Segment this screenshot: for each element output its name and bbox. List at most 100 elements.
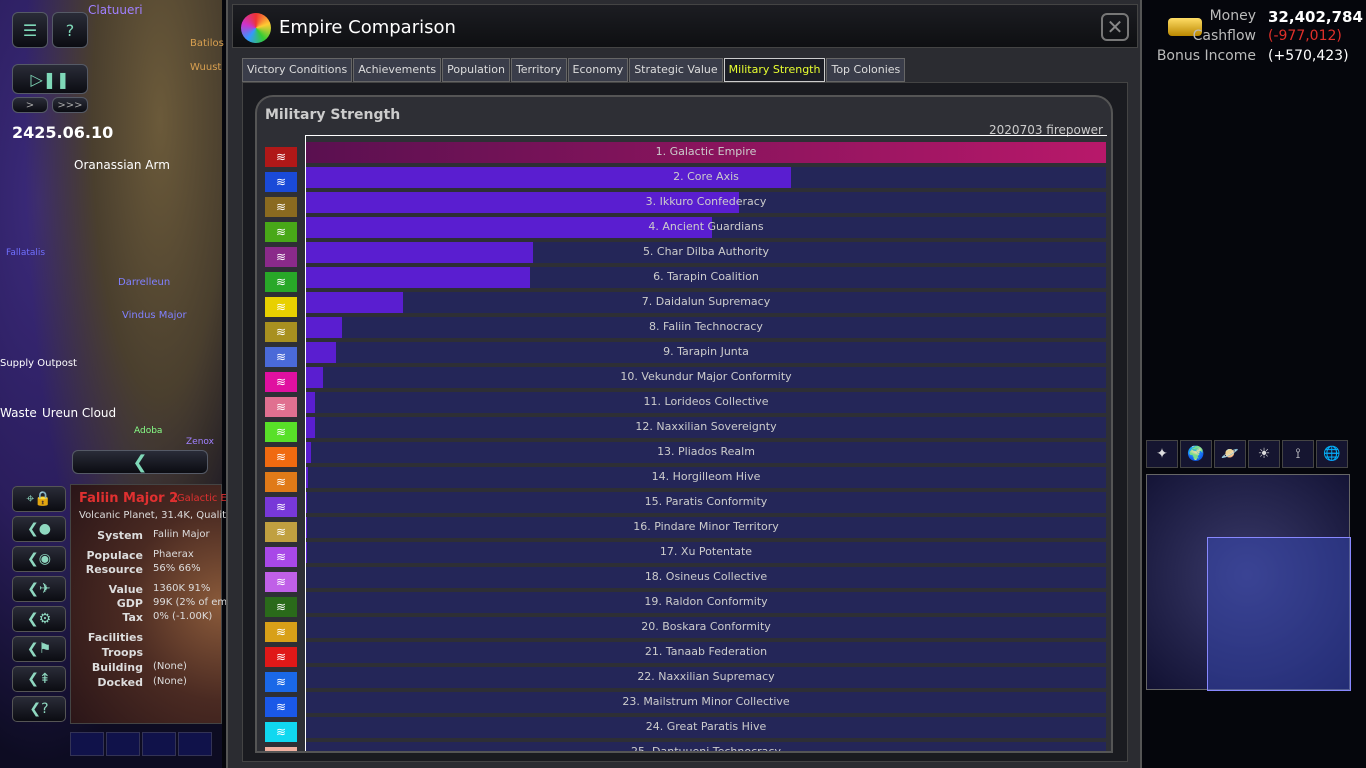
star-icon[interactable]: ☀ [1248, 440, 1280, 468]
planet-icon[interactable]: 🌍 [1180, 440, 1212, 468]
empire-flag-icon: ≋ [265, 347, 297, 367]
bar-row[interactable]: 13. Pliados Realm [306, 442, 1106, 463]
map-label: Ureun Cloud [42, 406, 117, 420]
bar-row[interactable]: 15. Paratis Conformity [306, 492, 1106, 513]
eye-icon: ❮◉ [27, 551, 51, 567]
bar-row[interactable]: 5. Char Dilba Authority [306, 242, 1106, 263]
ship-button[interactable] [106, 732, 140, 756]
empire-comparison-icon [241, 13, 271, 43]
bar-row[interactable]: 1. Galactic Empire [306, 142, 1106, 163]
empire-button[interactable]: ❮⚑ [12, 636, 66, 662]
bar-row[interactable]: 6. Tarapin Coalition [306, 267, 1106, 288]
bar-chart[interactable]: 1. Galactic Empire 2. Core Axis 3. Ikkuro … [305, 135, 1107, 751]
bar-row[interactable]: 18. Osineus Collective [306, 567, 1106, 588]
minimap[interactable] [1146, 474, 1351, 691]
ships-button[interactable]: ❮✈ [12, 576, 66, 602]
unknown-ships-button[interactable]: ❮? [12, 696, 66, 722]
bar-row[interactable]: 17. Xu Potentate [306, 542, 1106, 563]
chart-title: Military Strength [265, 107, 401, 123]
tab-economy[interactable]: Economy [567, 58, 629, 82]
map-label: Batilos [190, 38, 224, 49]
target-lock-icon: ⌖🔒 [26, 491, 52, 507]
bar-row[interactable]: 7. Daidalun Supremacy [306, 292, 1106, 313]
collapse-panel-button[interactable]: ❮ [72, 450, 208, 474]
bar-row[interactable]: 10. Vekundur Major Conformity [306, 367, 1106, 388]
bottom-toolbar [70, 732, 212, 756]
pirates-button[interactable] [178, 732, 212, 756]
empire-flag-icon: ≋ [265, 197, 297, 217]
bar-row[interactable]: 24. Great Paratis Hive [306, 717, 1106, 738]
minimap-viewport[interactable] [1207, 537, 1351, 691]
tab-victory-conditions[interactable]: Victory Conditions [242, 58, 353, 82]
route-icon[interactable]: ✦ [1146, 440, 1178, 468]
empire-flag-icon: ≋ [265, 697, 297, 717]
colonies-button[interactable]: ❮● [12, 516, 66, 542]
bonus-income-label: Bonus Income [1156, 48, 1256, 64]
tab-territory[interactable]: Territory [510, 58, 567, 82]
play-pause-button[interactable]: ▷❚❚ [12, 64, 88, 94]
nebula-icon[interactable]: ⟟ [1282, 440, 1314, 468]
military-strength-panel: Military Strength 2020703 firepower ≋ ≋ ≋ ≋… [255, 95, 1113, 753]
list-icon: ☰ [22, 20, 38, 40]
tab-military-strength[interactable]: Military Strength [723, 58, 826, 82]
menu-list-button[interactable]: ☰ [12, 12, 48, 48]
bar-label: 7. Daidalun Supremacy [641, 295, 771, 308]
bar-row[interactable]: 19. Raldon Conformity [306, 592, 1106, 613]
tab-top-colonies[interactable]: Top Colonies [826, 58, 906, 82]
planet-field-value: 0% (-1.00K) [153, 611, 213, 622]
species-button[interactable]: ❮◉ [12, 546, 66, 572]
bar-row[interactable]: 14. Horgilleom Hive [306, 467, 1106, 488]
bar-row[interactable]: 16. Pindare Minor Territory [306, 517, 1106, 538]
tab-achievements[interactable]: Achievements [353, 58, 442, 82]
speed-slow-button[interactable]: > [12, 97, 48, 113]
bar-label: 19. Raldon Conformity [644, 595, 768, 608]
tab-strategic-value[interactable]: Strategic Value [629, 58, 723, 82]
galaxy-icon[interactable]: 🌐 [1316, 440, 1348, 468]
empire-flag-icon: ≋ [265, 622, 297, 642]
planet-name: Faliin Major 2 [79, 491, 179, 506]
ship-question-icon: ❮? [29, 701, 49, 717]
planet-field-value: Phaerax [153, 549, 194, 560]
designs-button[interactable]: ❮⚙ [12, 606, 66, 632]
close-button[interactable]: ✕ [1101, 13, 1129, 41]
speed-fast-button[interactable]: >>> [52, 97, 88, 113]
bar-label: 12. Naxxilian Sovereignty [635, 420, 777, 433]
empire-flag-icon: ≋ [265, 322, 297, 342]
bar-row[interactable]: 4. Ancient Guardians [306, 217, 1106, 238]
empire-comparison-dialog: Empire Comparison ✕ Victory Conditions Ac… [226, 0, 1142, 768]
empire-flag-icon: ≋ [265, 647, 297, 667]
bar-row[interactable]: 21. Tanaab Federation [306, 642, 1106, 663]
ringed-planet-icon[interactable]: 🪐 [1214, 440, 1246, 468]
bar-row[interactable]: 11. Lorideos Collective [306, 392, 1106, 413]
bar-label: 23. Mailstrum Minor Collective [622, 695, 790, 708]
bar-row[interactable]: 3. Ikkuro Confederacy [306, 192, 1106, 213]
help-button[interactable]: ? [52, 12, 88, 48]
bar-label: 13. Pliados Realm [657, 445, 755, 458]
help-hexagon-icon: ? [65, 20, 75, 40]
bar-row[interactable]: 8. Faliin Technocracy [306, 317, 1106, 338]
bar-row[interactable]: 2. Core Axis [306, 167, 1106, 188]
map-label: Oranassian Arm [74, 158, 170, 172]
empire-flag-icon: ≋ [265, 147, 297, 167]
empire-flag-icon: ≋ [265, 297, 297, 317]
map-label: Vindus Major [122, 310, 187, 321]
bar-row[interactable]: 25. Dantuueni Technocracy [306, 742, 1106, 751]
map-label: Fallatalis [6, 248, 46, 258]
bonus-income-value: (+570,423) [1268, 48, 1349, 64]
bar-label: 24. Great Paratis Hive [645, 720, 767, 733]
chevron-left-icon: ❮ [132, 451, 148, 473]
bar-row[interactable]: 12. Naxxilian Sovereignty [306, 417, 1106, 438]
bar-row[interactable]: 23. Mailstrum Minor Collective [306, 692, 1106, 713]
bar-row[interactable]: 9. Tarapin Junta [306, 342, 1106, 363]
target-lock-button[interactable]: ⌖🔒 [12, 486, 66, 512]
bar-row[interactable]: 22. Naxxilian Supremacy [306, 667, 1106, 688]
minimap-toolbar: ✦ 🌍 🪐 ☀ ⟟ 🌐 [1146, 440, 1348, 468]
empire-flag-icon: ≋ [265, 372, 297, 392]
fleets-button[interactable]: ❮⇞ [12, 666, 66, 692]
map-label: Wuust [190, 62, 222, 73]
bar-label: 3. Ikkuro Confederacy [645, 195, 767, 208]
bar-label: 17. Xu Potentate [659, 545, 753, 558]
tab-population[interactable]: Population [442, 58, 510, 82]
bar-row[interactable]: 20. Boskara Conformity [306, 617, 1106, 638]
troops-button[interactable] [70, 732, 104, 756]
